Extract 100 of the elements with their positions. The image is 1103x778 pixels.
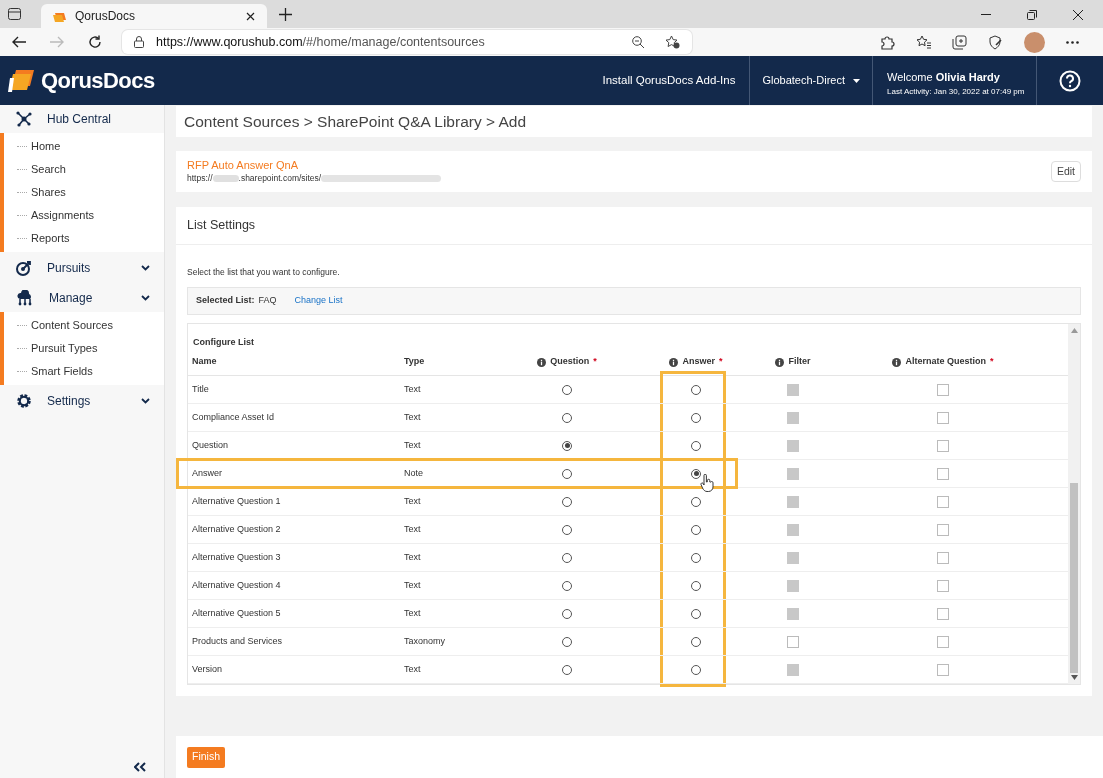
column-header: Alternate Question bbox=[905, 355, 986, 369]
checkbox[interactable] bbox=[937, 467, 949, 480]
column-header: Type bbox=[404, 355, 425, 369]
sidebar-item[interactable]: Smart Fields bbox=[31, 363, 93, 380]
radio-button[interactable] bbox=[691, 468, 701, 479]
close-icon[interactable] bbox=[246, 11, 255, 21]
minimize-icon[interactable] bbox=[981, 14, 991, 16]
checkbox[interactable] bbox=[787, 635, 799, 648]
tab-actions-icon[interactable] bbox=[8, 8, 21, 20]
table-cell: Question bbox=[192, 439, 229, 450]
welcome-text: Welcome Olivia Hardy bbox=[887, 71, 1001, 85]
radio-button[interactable] bbox=[691, 636, 701, 647]
zoom-out-icon[interactable] bbox=[632, 35, 645, 49]
sidebar-item[interactable]: Reports bbox=[31, 230, 70, 247]
radio-button[interactable] bbox=[562, 412, 572, 423]
checkbox[interactable] bbox=[937, 579, 949, 592]
checkbox[interactable] bbox=[937, 523, 949, 536]
collections-icon[interactable] bbox=[952, 34, 967, 50]
column-header: Filter bbox=[788, 355, 811, 369]
source-url-start: https:// bbox=[187, 173, 213, 184]
more-icon[interactable] bbox=[1066, 40, 1079, 44]
sidebar-item[interactable]: Pursuit Types bbox=[31, 340, 98, 357]
restore-icon[interactable] bbox=[1027, 10, 1037, 20]
scroll-down-icon[interactable] bbox=[1070, 675, 1078, 680]
sidebar-item[interactable]: Assignments bbox=[31, 207, 94, 224]
checkbox[interactable] bbox=[937, 551, 949, 564]
checkbox[interactable] bbox=[937, 495, 949, 508]
radio-button[interactable] bbox=[562, 580, 572, 591]
plus-icon[interactable] bbox=[279, 8, 292, 21]
stacked-pages-icon bbox=[53, 10, 67, 22]
checkbox[interactable] bbox=[937, 607, 949, 620]
checkbox[interactable] bbox=[937, 439, 949, 452]
table-cell: Note bbox=[404, 467, 423, 478]
selected-list-label: Selected List: bbox=[196, 294, 255, 308]
checkbox[interactable] bbox=[937, 383, 949, 396]
change-list-link[interactable]: Change List bbox=[294, 294, 343, 308]
breadcrumb-text: Content Sources > SharePoint Q&A Library > Add bbox=[184, 111, 527, 132]
checkbox[interactable] bbox=[937, 411, 949, 424]
table-cell: Text bbox=[404, 495, 421, 506]
radio-button[interactable] bbox=[691, 608, 701, 619]
sidebar-item[interactable]: Content Sources bbox=[31, 317, 113, 334]
edit-button[interactable]: Edit bbox=[1050, 161, 1081, 182]
table-cell: Version bbox=[192, 663, 223, 674]
radio-button[interactable] bbox=[562, 608, 572, 619]
radio-button[interactable] bbox=[691, 524, 701, 535]
required-marker: * bbox=[593, 355, 597, 369]
checkbox[interactable] bbox=[937, 663, 949, 676]
info-icon bbox=[892, 357, 902, 367]
sidebar-item[interactable]: Home bbox=[31, 138, 61, 155]
chevron-down-icon[interactable] bbox=[141, 398, 150, 404]
table-cell: Compliance Asset Id bbox=[192, 411, 275, 422]
table-cell: Answer bbox=[192, 467, 222, 478]
radio-button[interactable] bbox=[691, 440, 701, 451]
app-logo-text: QorusDocs bbox=[41, 67, 155, 95]
help-icon[interactable] bbox=[1059, 69, 1081, 92]
radio-button[interactable] bbox=[562, 636, 572, 647]
radio-button[interactable] bbox=[691, 384, 701, 395]
scrollbar-thumb[interactable] bbox=[1070, 483, 1078, 673]
chevron-down-icon[interactable] bbox=[141, 295, 150, 301]
instruction-text: Select the list that you want to configure. bbox=[187, 267, 340, 277]
radio-button[interactable] bbox=[562, 552, 572, 563]
radio-button[interactable] bbox=[691, 664, 701, 675]
radio-button[interactable] bbox=[691, 412, 701, 423]
radio-button[interactable] bbox=[562, 524, 572, 535]
chevron-down-icon[interactable] bbox=[141, 265, 150, 271]
sidebar-item[interactable]: Shares bbox=[31, 184, 66, 201]
radio-button[interactable] bbox=[691, 552, 701, 563]
star-plus-icon[interactable] bbox=[665, 35, 680, 49]
puzzle-piece-icon[interactable] bbox=[880, 34, 895, 50]
radio-button[interactable] bbox=[562, 496, 572, 507]
radio-button[interactable] bbox=[691, 580, 701, 591]
radio-button[interactable] bbox=[562, 384, 572, 395]
settings-icon bbox=[16, 393, 32, 409]
close-icon[interactable] bbox=[1073, 10, 1083, 20]
cloud-network-icon bbox=[16, 290, 34, 306]
address-bar[interactable]: https://www.qorushub.com/#/home/manage/contentsources bbox=[122, 30, 692, 54]
info-icon bbox=[537, 357, 547, 367]
lock-icon bbox=[134, 36, 144, 48]
favorites-icon[interactable] bbox=[916, 35, 931, 49]
selected-list-value: FAQ bbox=[258, 294, 277, 308]
radio-button[interactable] bbox=[562, 468, 572, 479]
table-cell: Text bbox=[404, 663, 421, 674]
source-title: RFP Auto Answer QnA bbox=[187, 159, 300, 174]
table-cell: Alternative Question 5 bbox=[192, 607, 281, 618]
configure-list-title: Configure List bbox=[193, 335, 254, 349]
info-icon bbox=[775, 357, 785, 367]
radio-button[interactable] bbox=[691, 496, 701, 507]
checkbox[interactable] bbox=[937, 635, 949, 648]
table-cell: Title bbox=[192, 383, 209, 394]
reload-icon[interactable] bbox=[88, 35, 102, 49]
back-arrow-icon[interactable] bbox=[12, 36, 26, 48]
sidebar-item[interactable]: Search bbox=[31, 161, 66, 178]
table-cell: Alternative Question 4 bbox=[192, 579, 281, 590]
radio-button[interactable] bbox=[562, 440, 572, 451]
browser-tab[interactable]: QorusDocs bbox=[41, 4, 267, 28]
collapse-sidebar-icon[interactable] bbox=[134, 762, 146, 772]
shield-pen-icon[interactable] bbox=[988, 34, 1003, 50]
radio-button[interactable] bbox=[562, 664, 572, 675]
last-activity-text: Last Activity: Jan 30, 2022 at 07:49 pm bbox=[887, 86, 1025, 97]
required-marker: * bbox=[990, 355, 994, 369]
